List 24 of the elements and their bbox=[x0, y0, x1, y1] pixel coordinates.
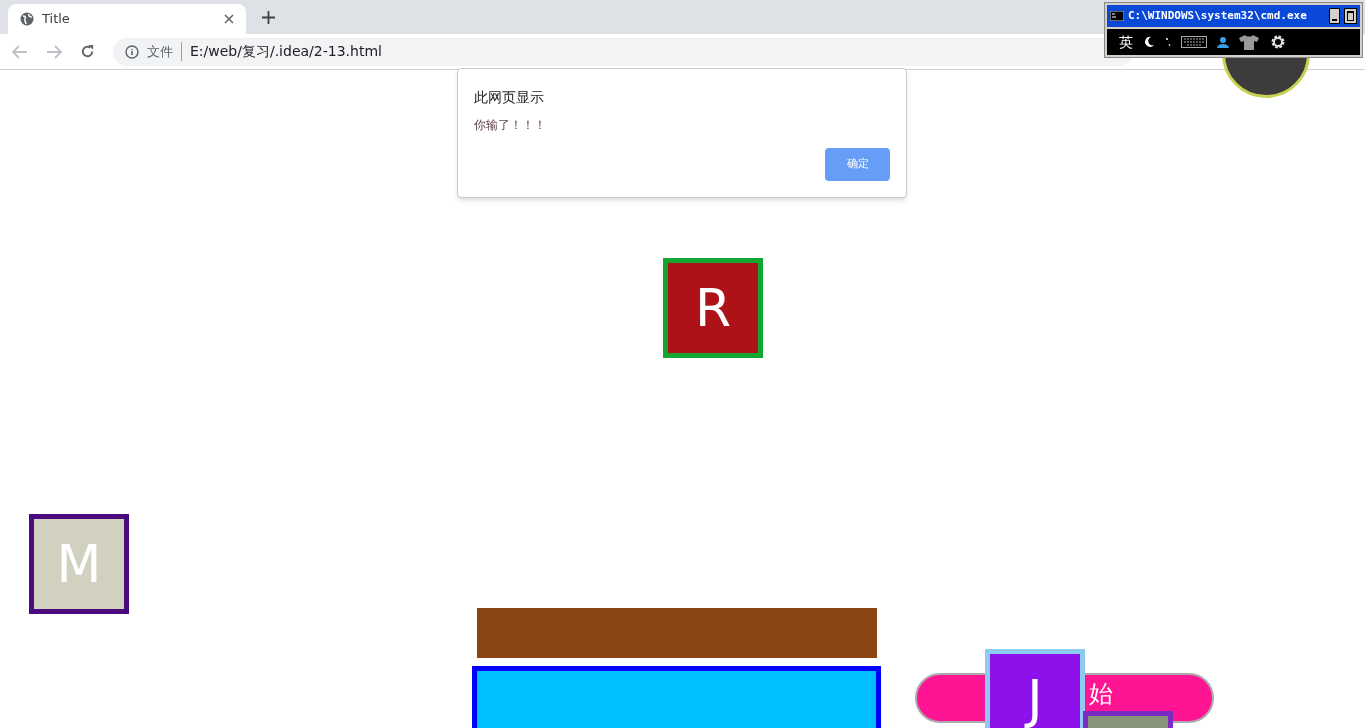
security-label: 文件 bbox=[147, 41, 182, 62]
user-icon[interactable] bbox=[1217, 36, 1229, 48]
moon-icon[interactable] bbox=[1143, 36, 1155, 48]
url-text: E:/web/复习/.idea/2-13.html bbox=[190, 42, 382, 61]
maximize-button[interactable] bbox=[1344, 8, 1357, 24]
punctuation-icon[interactable] bbox=[1165, 37, 1171, 47]
browser-tab[interactable]: Title bbox=[8, 4, 246, 34]
new-tab-icon[interactable] bbox=[262, 11, 275, 24]
minimize-button[interactable] bbox=[1329, 8, 1340, 24]
tab-title: Title bbox=[42, 10, 71, 29]
dialog-message: 你输了！！！ bbox=[474, 117, 547, 134]
globe-icon bbox=[20, 12, 34, 26]
keyboard-icon[interactable] bbox=[1181, 36, 1207, 48]
cmd-icon bbox=[1110, 11, 1124, 21]
reload-icon[interactable] bbox=[80, 44, 95, 59]
dialog-title: 此网页显示 bbox=[474, 88, 545, 107]
cmd-window-title: C:\WINDOWS\system32\cmd.exe bbox=[1128, 7, 1308, 24]
letter-block: J bbox=[985, 649, 1085, 728]
settings-icon[interactable] bbox=[1269, 33, 1287, 51]
letter-block: R bbox=[663, 258, 763, 358]
close-icon[interactable] bbox=[224, 14, 234, 24]
shirt-icon[interactable] bbox=[1239, 34, 1259, 50]
letter-block: M bbox=[29, 514, 129, 614]
info-icon[interactable] bbox=[125, 44, 139, 59]
